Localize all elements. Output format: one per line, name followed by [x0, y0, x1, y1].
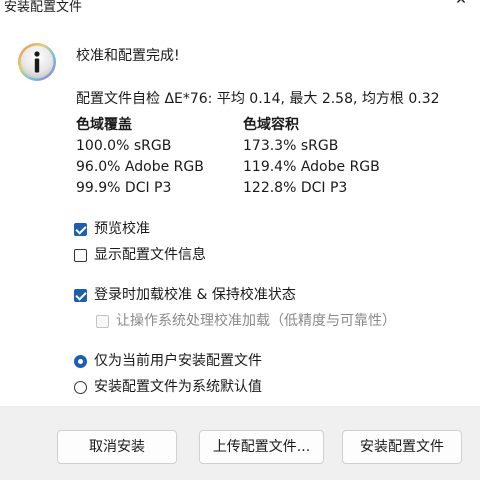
gamut-coverage-value: 100.0% sRGB	[76, 138, 172, 154]
show-profile-info-checkbox[interactable]: 显示配置文件信息	[74, 245, 206, 265]
install-system-default-label: 安装配置文件为系统默认值	[94, 379, 262, 395]
close-icon[interactable]: ✕	[454, 0, 468, 7]
os-handle-loading-checkbox: 让操作系统处理校准加载（低精度与可靠性）	[96, 311, 396, 331]
preview-calibration-checkbox[interactable]: 预览校准	[74, 219, 150, 239]
checkbox-checked-icon	[74, 222, 87, 236]
gamut-volume-value: 119.4% Adobe RGB	[243, 159, 380, 175]
show-profile-info-label: 显示配置文件信息	[94, 247, 206, 263]
title-bar: 安装配置文件 ✕	[0, 0, 480, 15]
profile-selfcheck: 配置文件自检 ΔE*76: 平均 0.14, 最大 2.58, 均方根 0.32	[76, 91, 440, 107]
gamut-volume-value: 173.3% sRGB	[243, 138, 339, 154]
info-icon	[18, 43, 56, 81]
install-system-default-radio[interactable]: 安装配置文件为系统默认值	[74, 377, 262, 397]
gamut-volume-value: 122.8% DCI P3	[243, 180, 348, 196]
load-on-login-label: 登录时加载校准 & 保持校准状态	[94, 287, 296, 303]
load-on-login-checkbox[interactable]: 登录时加载校准 & 保持校准状态	[74, 285, 296, 305]
gamut-coverage-heading: 色域覆盖	[76, 117, 132, 133]
os-handle-loading-label: 让操作系统处理校准加载（低精度与可靠性）	[116, 313, 396, 329]
dialog-content: 校准和配置完成! 配置文件自检 ΔE*76: 平均 0.14, 最大 2.58,…	[0, 12, 480, 406]
gamut-coverage-value: 96.0% Adobe RGB	[76, 159, 204, 175]
gamut-volume: 色域容积 173.3% sRGB 119.4% Adobe RGB 122.8%…	[243, 115, 380, 199]
gamut-coverage: 色域覆盖 100.0% sRGB 96.0% Adobe RGB 99.9% D…	[76, 115, 204, 199]
checkbox-unchecked-icon	[74, 248, 87, 262]
radio-selected-icon	[74, 354, 87, 368]
radio-unselected-icon	[74, 380, 87, 394]
install-profile-dialog: 安装配置文件 ✕ 校准和配置完成! 配置文件自检 ΔE*76: 平均 0.14,…	[0, 0, 480, 480]
cancel-install-button[interactable]: 取消安装	[57, 430, 177, 464]
preview-calibration-label: 预览校准	[94, 221, 150, 237]
install-current-user-radio[interactable]: 仅为当前用户安装配置文件	[74, 351, 262, 371]
completion-heading: 校准和配置完成!	[76, 48, 180, 64]
checkbox-disabled-icon	[96, 314, 109, 328]
upload-profile-button[interactable]: 上传配置文件...	[199, 430, 324, 464]
gamut-coverage-value: 99.9% DCI P3	[76, 180, 172, 196]
install-current-user-label: 仅为当前用户安装配置文件	[94, 353, 262, 369]
checkbox-checked-icon	[74, 288, 87, 302]
install-profile-button[interactable]: 安装配置文件	[342, 430, 462, 464]
gamut-volume-heading: 色域容积	[243, 117, 299, 133]
